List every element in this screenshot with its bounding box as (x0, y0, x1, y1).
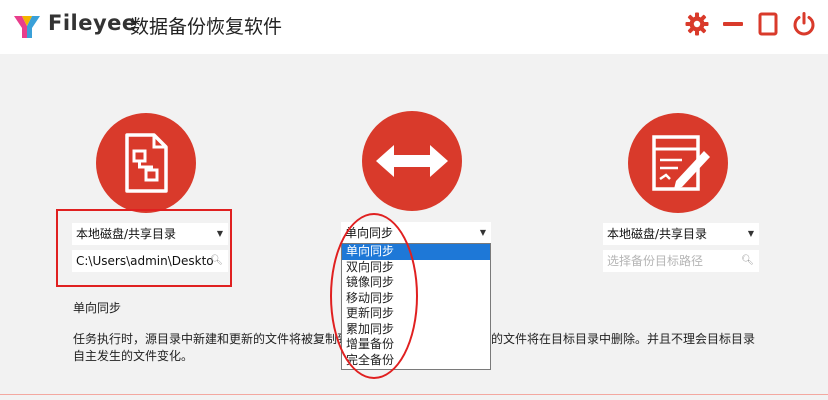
bottom-divider (0, 394, 828, 400)
edit-document-icon (652, 135, 710, 191)
description-line1-left: 任务执行时，源目录中新建和更新的文件将被复制到 (73, 332, 350, 346)
mode-description-title: 单向同步 (73, 301, 122, 315)
maximize-icon (758, 12, 778, 36)
sync-direction-circle[interactable] (362, 111, 462, 211)
minimize-button[interactable] (720, 11, 746, 37)
power-button[interactable] (791, 11, 817, 37)
app-title: 数据备份恢复软件 (130, 16, 283, 38)
source-highlight-box (56, 209, 232, 287)
chevron-down-icon: ▼ (479, 228, 486, 237)
target-icon-circle[interactable] (628, 113, 728, 213)
description-line1-right: 的文件将在目标目录中删除。并且不理会目标目录 (491, 332, 756, 346)
fileyee-logo (12, 12, 42, 40)
mode-options-highlight-ellipse (330, 213, 418, 379)
target-type-value: 本地磁盘/共享目录 (607, 227, 708, 241)
maximize-button[interactable] (755, 11, 781, 37)
power-icon (793, 12, 815, 36)
brand-name: Fileyee (48, 11, 137, 35)
settings-button[interactable] (684, 11, 710, 37)
search-icon: 🔍︎ (741, 255, 754, 266)
gear-icon (685, 12, 709, 36)
minimize-icon (723, 22, 743, 26)
target-type-select[interactable]: 本地磁盘/共享目录 ▼ (603, 223, 759, 245)
document-icon (125, 133, 168, 193)
source-icon-circle[interactable] (96, 113, 196, 213)
chevron-down-icon: ▼ (747, 229, 754, 238)
double-arrow-icon (376, 145, 448, 177)
target-path-placeholder: 选择备份目标路径 (607, 254, 704, 268)
target-path-input[interactable]: 选择备份目标路径 🔍︎ (603, 250, 759, 272)
title-bar: Fileyee 数据备份恢复软件 (0, 0, 828, 54)
